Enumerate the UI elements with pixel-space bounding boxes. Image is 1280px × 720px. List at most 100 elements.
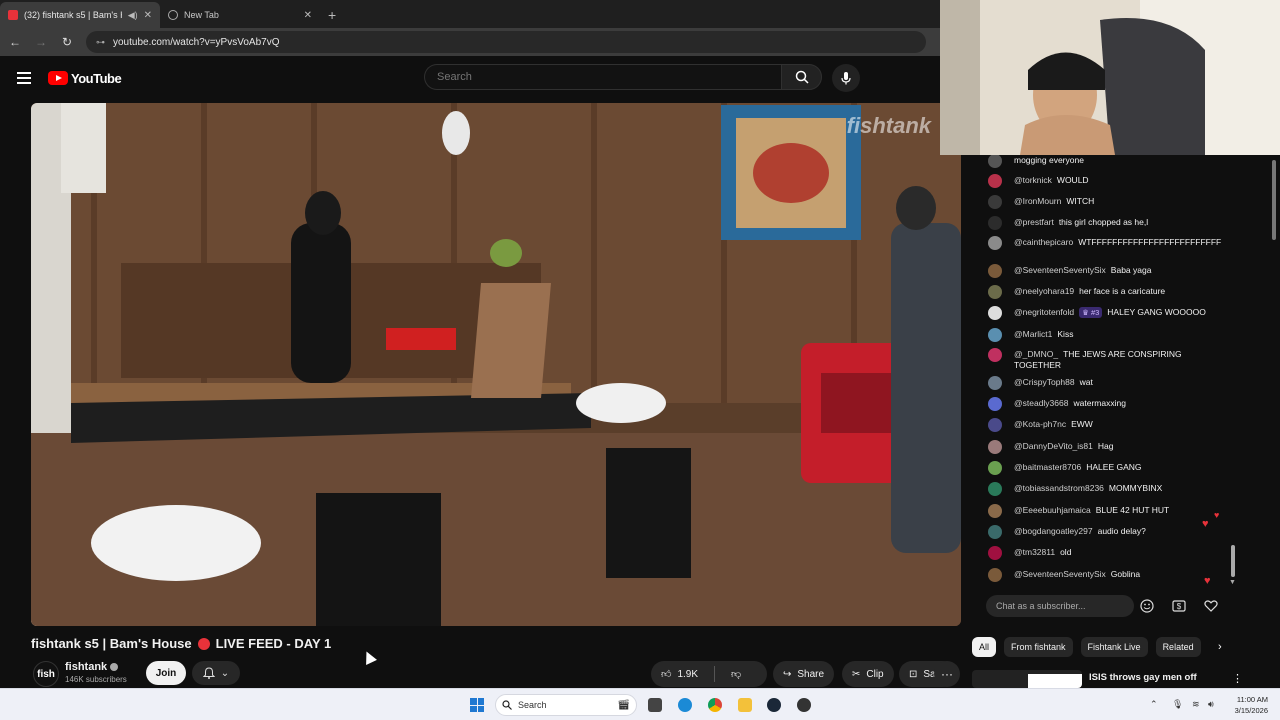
chat-message-content: @neelyohara19 her face is a caricature xyxy=(1014,286,1228,299)
like-button[interactable]: 👍︎ 1.9K xyxy=(651,661,708,687)
chevron-up-icon[interactable]: ⌃ xyxy=(1150,699,1158,710)
taskbar-search[interactable]: Search 🎬︎ xyxy=(495,694,637,716)
chat-username[interactable]: @_DMNO_ xyxy=(1014,349,1058,359)
related-video[interactable]: ISIS throws gay men off ⋮ xyxy=(972,670,1243,688)
chat-avatar[interactable] xyxy=(988,525,1002,539)
chat-username[interactable]: @negritotenfold xyxy=(1014,307,1074,317)
wifi-icon[interactable]: ≋ xyxy=(1192,699,1200,710)
chip-from-fishtank[interactable]: From fishtank xyxy=(1004,637,1073,657)
obs-icon[interactable] xyxy=(797,698,811,712)
steam-icon[interactable] xyxy=(767,698,781,712)
chat-username[interactable]: @Eeeebuuhjamaica xyxy=(1014,505,1091,515)
chat-avatar[interactable] xyxy=(988,236,1002,250)
windows-start-icon[interactable] xyxy=(470,698,484,712)
share-button[interactable]: ↪ Share xyxy=(773,661,835,687)
emoji-button[interactable] xyxy=(1138,597,1156,615)
chat-username[interactable]: @DannyDeVito_is81 xyxy=(1014,441,1093,451)
chat-username[interactable]: @steadly3668 xyxy=(1014,398,1068,408)
video-player[interactable]: fishtank xyxy=(31,103,961,626)
close-tab-icon[interactable]: ✕ xyxy=(144,10,152,21)
more-actions-icon[interactable]: ··· xyxy=(934,661,960,687)
chat-avatar[interactable] xyxy=(988,504,1002,518)
chat-username[interactable]: @bogdangoatley297 xyxy=(1014,526,1093,536)
tab-new-tab[interactable]: New Tab ✕ xyxy=(160,2,320,28)
notifications-button[interactable]: ⌄ xyxy=(192,661,240,685)
scroll-down-icon[interactable]: ▼ xyxy=(1229,579,1236,586)
search-input[interactable] xyxy=(424,64,781,90)
search-button[interactable] xyxy=(781,64,822,90)
chat-username[interactable]: @tobiassandstrom8236 xyxy=(1014,483,1104,493)
chat-username[interactable]: @tm32811 xyxy=(1014,547,1055,557)
related-title[interactable]: ISIS throws gay men off xyxy=(1089,672,1197,683)
chat-avatar[interactable] xyxy=(988,397,1002,411)
dislike-button[interactable]: 👎︎ xyxy=(721,661,751,687)
chrome-icon[interactable] xyxy=(708,698,722,712)
chat-message: @neelyohara19 her face is a caricature xyxy=(988,285,1228,299)
menu-icon[interactable] xyxy=(17,72,31,84)
chat-avatar[interactable] xyxy=(988,174,1002,188)
voice-search-button[interactable] xyxy=(832,64,860,92)
chat-message-content: @Kota-ph7nc EWW xyxy=(1014,419,1228,432)
chip-all[interactable]: All xyxy=(972,637,997,657)
file-explorer-icon[interactable] xyxy=(738,698,752,712)
speaker-icon[interactable]: ◀) xyxy=(128,10,138,21)
channel-name[interactable]: fishtank xyxy=(65,661,119,673)
chat-avatar[interactable] xyxy=(988,461,1002,475)
channel-avatar[interactable]: fish xyxy=(33,661,59,687)
chat-username[interactable]: @IronMourn xyxy=(1014,196,1061,206)
chat-username[interactable]: @SeventeenSeventySix xyxy=(1014,265,1106,275)
site-info-icon[interactable]: ⊶ xyxy=(96,37,105,48)
chat-avatar[interactable] xyxy=(988,376,1002,390)
chat-input[interactable]: Chat as a subscriber... xyxy=(986,595,1134,617)
chat-avatar[interactable] xyxy=(988,418,1002,432)
url-text: youtube.com/watch?v=yPvsVoAb7vQ xyxy=(113,36,280,48)
chat-avatar[interactable] xyxy=(988,306,1002,320)
chat-username[interactable]: @Kota-ph7nc xyxy=(1014,419,1066,429)
clock[interactable]: 11:00 AM 3/15/2026 xyxy=(1228,694,1268,716)
chip-fishtank-live[interactable]: Fishtank Live xyxy=(1080,637,1148,657)
page-scrollbar[interactable] xyxy=(1272,160,1276,240)
url-field[interactable]: ⊶ youtube.com/watch?v=yPvsVoAb7vQ xyxy=(86,31,926,53)
chat-avatar[interactable] xyxy=(988,264,1002,278)
chat-username[interactable]: @neelyohara19 xyxy=(1014,286,1074,296)
chat-avatar[interactable] xyxy=(988,195,1002,209)
chat-username[interactable]: @Marlict1 xyxy=(1014,329,1052,339)
more-options-icon[interactable]: ⋮ xyxy=(1232,672,1243,685)
forward-icon[interactable]: → xyxy=(34,35,48,49)
youtube-logo[interactable]: YouTube xyxy=(48,71,122,86)
task-view-icon[interactable] xyxy=(648,698,662,712)
like-chat-button[interactable] xyxy=(1202,597,1220,615)
chat-text: her face is a caricature xyxy=(1079,286,1166,296)
chat-avatar[interactable] xyxy=(988,348,1002,362)
chat-avatar[interactable] xyxy=(988,546,1002,560)
microphone-tray-icon[interactable]: 🎙︎ xyxy=(1172,699,1183,710)
chat-username[interactable]: @baitmaster8706 xyxy=(1014,462,1081,472)
super-chat-button[interactable]: $ xyxy=(1170,597,1188,615)
reload-icon[interactable]: ↻ xyxy=(60,35,74,49)
chevron-right-icon[interactable]: › xyxy=(1218,641,1222,653)
plus-icon[interactable]: + xyxy=(320,7,344,28)
chat-username[interactable]: @torknick xyxy=(1014,175,1052,185)
related-thumbnail[interactable] xyxy=(972,670,1082,688)
volume-icon[interactable]: 🔊︎ xyxy=(1208,699,1214,710)
chat-username[interactable]: @SeventeenSeventySix xyxy=(1014,569,1106,579)
chat-avatar[interactable] xyxy=(988,568,1002,582)
chat-avatar[interactable] xyxy=(988,216,1002,230)
chat-avatar[interactable] xyxy=(988,482,1002,496)
clip-button[interactable]: ✂ Clip xyxy=(842,661,894,687)
chat-avatar[interactable] xyxy=(988,440,1002,454)
close-tab-icon[interactable]: ✕ xyxy=(304,10,312,21)
join-button[interactable]: Join xyxy=(146,661,186,685)
chip-related[interactable]: Related xyxy=(1155,637,1201,657)
search-bar xyxy=(424,64,822,90)
chat-avatar[interactable] xyxy=(988,285,1002,299)
chat-username[interactable]: @prestfart xyxy=(1014,217,1054,227)
chat-avatar[interactable] xyxy=(988,155,1002,168)
chat-avatar[interactable] xyxy=(988,328,1002,342)
edge-icon[interactable] xyxy=(678,698,692,712)
chat-username[interactable]: @CrispyToph88 xyxy=(1014,377,1075,387)
chat-username[interactable]: @cainthepicaro xyxy=(1014,237,1073,247)
back-icon[interactable]: ← xyxy=(8,35,22,49)
tab-youtube[interactable]: (32) fishtank s5 | Bam's House ◀) ✕ xyxy=(0,2,160,28)
chat-scrollbar[interactable] xyxy=(1231,545,1235,577)
